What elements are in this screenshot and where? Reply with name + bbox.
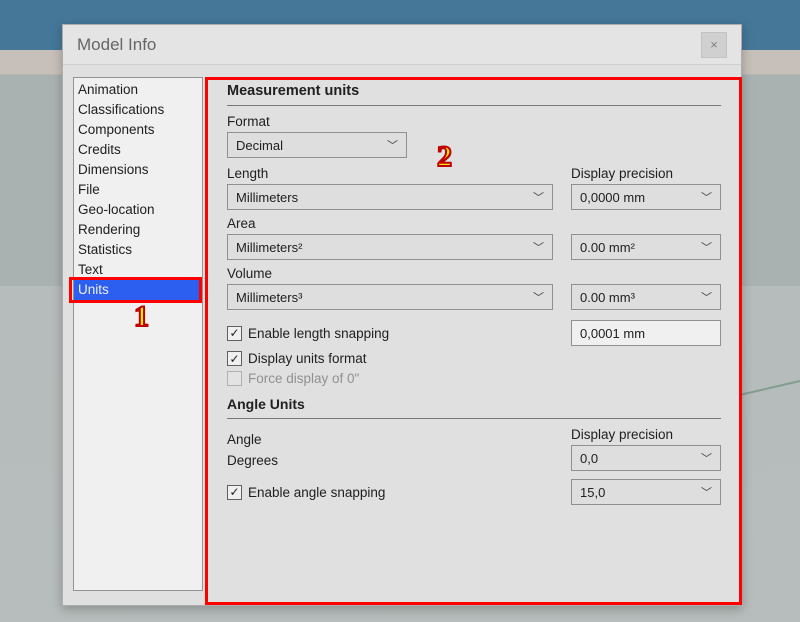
window-title: Model Info (77, 35, 156, 55)
angle-value: Degrees (227, 450, 553, 471)
sidebar-item-text[interactable]: Text (74, 260, 202, 280)
sidebar-item-file[interactable]: File (74, 180, 202, 200)
chevron-down-icon: ﹀ (533, 289, 544, 305)
close-button[interactable]: × (701, 32, 727, 58)
chevron-down-icon: ﹀ (701, 189, 712, 205)
length-value: Millimeters (236, 190, 298, 205)
sidebar-item-dimensions[interactable]: Dimensions (74, 160, 202, 180)
length-select[interactable]: Millimeters ﹀ (227, 184, 553, 210)
angle-precision-select[interactable]: 0,0 ﹀ (571, 445, 721, 471)
divider (227, 418, 721, 419)
volume-select[interactable]: Millimeters³ ﹀ (227, 284, 553, 310)
angle-snap-select[interactable]: 15,0 ﹀ (571, 479, 721, 505)
volume-precision-select[interactable]: 0.00 mm³ ﹀ (571, 284, 721, 310)
area-precision-value: 0.00 mm² (580, 240, 635, 255)
angle-label: Angle (227, 432, 553, 447)
length-row: Length Millimeters ﹀ Display precision 0… (227, 166, 721, 210)
chevron-down-icon: ﹀ (701, 450, 712, 466)
angle-snap-value: 15,0 (580, 485, 605, 500)
checkbox-unchecked-icon (227, 371, 242, 386)
format-label: Format (227, 114, 407, 129)
settings-panel: Measurement units Format Decimal ﹀ Lengt… (213, 77, 731, 591)
enable-length-snapping-checkbox[interactable]: ✓ Enable length snapping (227, 326, 553, 341)
sidebar-item-rendering[interactable]: Rendering (74, 220, 202, 240)
force-display-0-checkbox: Force display of 0" (227, 371, 721, 386)
area-row: Area Millimeters² ﹀ 0.00 mm² ﹀ (227, 216, 721, 260)
chevron-down-icon: ﹀ (701, 289, 712, 305)
checkbox-checked-icon: ✓ (227, 351, 242, 366)
checkbox-checked-icon: ✓ (227, 326, 242, 341)
volume-value: Millimeters³ (236, 290, 302, 305)
length-snap-row: ✓ Enable length snapping 0,0001 mm (227, 320, 721, 346)
area-label: Area (227, 216, 553, 231)
length-snap-value: 0,0001 mm (580, 326, 645, 341)
measurement-units-heading: Measurement units (227, 83, 721, 99)
area-value: Millimeters² (236, 240, 302, 255)
chevron-down-icon: ﹀ (701, 484, 712, 500)
sidebar-item-credits[interactable]: Credits (74, 140, 202, 160)
sidebar-item-classifications[interactable]: Classifications (74, 100, 202, 120)
length-label: Length (227, 166, 553, 181)
chevron-down-icon: ﹀ (533, 239, 544, 255)
checkbox-checked-icon: ✓ (227, 485, 242, 500)
display-units-format-label: Display units format (248, 351, 367, 366)
display-units-format-checkbox[interactable]: ✓ Display units format (227, 351, 721, 366)
force-display-0-label: Force display of 0" (248, 371, 359, 386)
format-field: Format Decimal ﹀ (227, 114, 407, 158)
close-icon: × (710, 37, 718, 52)
volume-label: Volume (227, 266, 553, 281)
area-select[interactable]: Millimeters² ﹀ (227, 234, 553, 260)
volume-precision-value: 0.00 mm³ (580, 290, 635, 305)
enable-angle-snapping-checkbox[interactable]: ✓ Enable angle snapping (227, 485, 553, 500)
titlebar: Model Info × (63, 25, 741, 65)
chevron-down-icon: ﹀ (533, 189, 544, 205)
category-sidebar: Animation Classifications Components Cre… (73, 77, 203, 591)
length-snap-input[interactable]: 0,0001 mm (571, 320, 721, 346)
sidebar-item-components[interactable]: Components (74, 120, 202, 140)
enable-length-snapping-label: Enable length snapping (248, 326, 389, 341)
angle-precision-value: 0,0 (580, 451, 598, 466)
sidebar-item-animation[interactable]: Animation (74, 80, 202, 100)
angle-snap-row: ✓ Enable angle snapping 15,0 ﹀ (227, 479, 721, 505)
volume-row: Volume Millimeters³ ﹀ 0.00 mm³ ﹀ (227, 266, 721, 310)
format-select[interactable]: Decimal ﹀ (227, 132, 407, 158)
angle-row: Angle Degrees Display precision 0,0 ﹀ (227, 427, 721, 471)
divider (227, 105, 721, 106)
angle-precision-label: Display precision (571, 427, 721, 442)
format-value: Decimal (236, 138, 283, 153)
sidebar-item-geo-location[interactable]: Geo-location (74, 200, 202, 220)
sidebar-item-units[interactable]: Units (74, 280, 202, 300)
angle-units-heading: Angle Units (227, 396, 721, 412)
chevron-down-icon: ﹀ (701, 239, 712, 255)
enable-angle-snapping-label: Enable angle snapping (248, 485, 385, 500)
chevron-down-icon: ﹀ (387, 137, 398, 153)
sidebar-item-statistics[interactable]: Statistics (74, 240, 202, 260)
model-info-window: Model Info × Animation Classifications C… (62, 24, 742, 606)
area-precision-select[interactable]: 0.00 mm² ﹀ (571, 234, 721, 260)
window-body: Animation Classifications Components Cre… (63, 65, 741, 605)
display-precision-label: Display precision (571, 166, 721, 181)
length-precision-value: 0,0000 mm (580, 190, 645, 205)
length-precision-select[interactable]: 0,0000 mm ﹀ (571, 184, 721, 210)
